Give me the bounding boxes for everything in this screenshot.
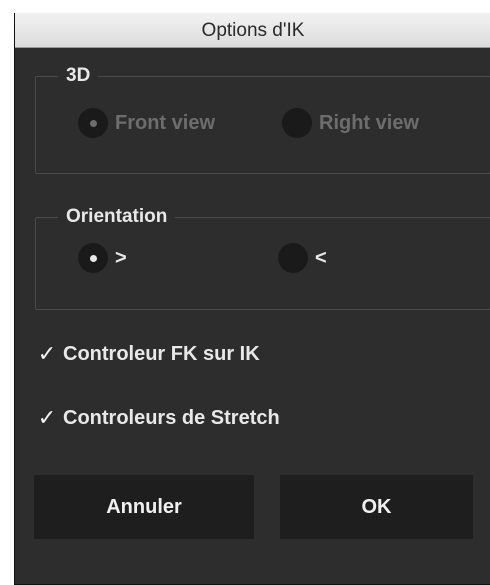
group-orientation: Orientation > < <box>35 205 490 310</box>
screenshot-frame: Options d'IK 3D Front view Right view Or… <box>0 0 490 585</box>
radio-front-view-label: Front view <box>115 112 216 134</box>
checkmark-icon[interactable]: ✓ <box>35 341 59 367</box>
radio-orientation-right-indicator[interactable] <box>78 243 108 273</box>
group-3d-title: 3D <box>58 64 99 88</box>
radio-orientation-left-label: < <box>315 247 327 269</box>
radio-orientation-left-indicator[interactable] <box>278 243 308 273</box>
checkbox-fk-on-ik-label: Controleur FK sur IK <box>63 343 260 365</box>
radio-right-view-indicator[interactable] <box>282 108 312 138</box>
radio-front-view[interactable]: Front view <box>78 108 215 138</box>
dialog-title: Options d'IK <box>15 13 490 48</box>
radio-orientation-right[interactable]: > <box>78 243 127 273</box>
radio-right-view[interactable]: Right view <box>282 108 419 138</box>
cancel-button[interactable]: Annuler <box>34 475 254 539</box>
radio-front-view-indicator[interactable] <box>78 108 108 138</box>
group-orientation-title: Orientation <box>58 205 176 229</box>
checkmark-icon[interactable]: ✓ <box>35 405 59 431</box>
radio-orientation-left[interactable]: < <box>278 243 327 273</box>
radio-orientation-right-label: > <box>115 247 127 269</box>
group-3d: 3D Front view Right view <box>35 64 490 174</box>
checkbox-stretch-controllers-label: Controleurs de Stretch <box>63 407 280 429</box>
checkbox-stretch-controllers[interactable]: ✓ Controleurs de Stretch <box>35 405 280 431</box>
checkbox-fk-on-ik[interactable]: ✓ Controleur FK sur IK <box>35 341 260 367</box>
radio-right-view-label: Right view <box>319 112 420 134</box>
ik-options-dialog: Options d'IK 3D Front view Right view Or… <box>14 13 490 585</box>
ok-button[interactable]: OK <box>280 475 473 539</box>
